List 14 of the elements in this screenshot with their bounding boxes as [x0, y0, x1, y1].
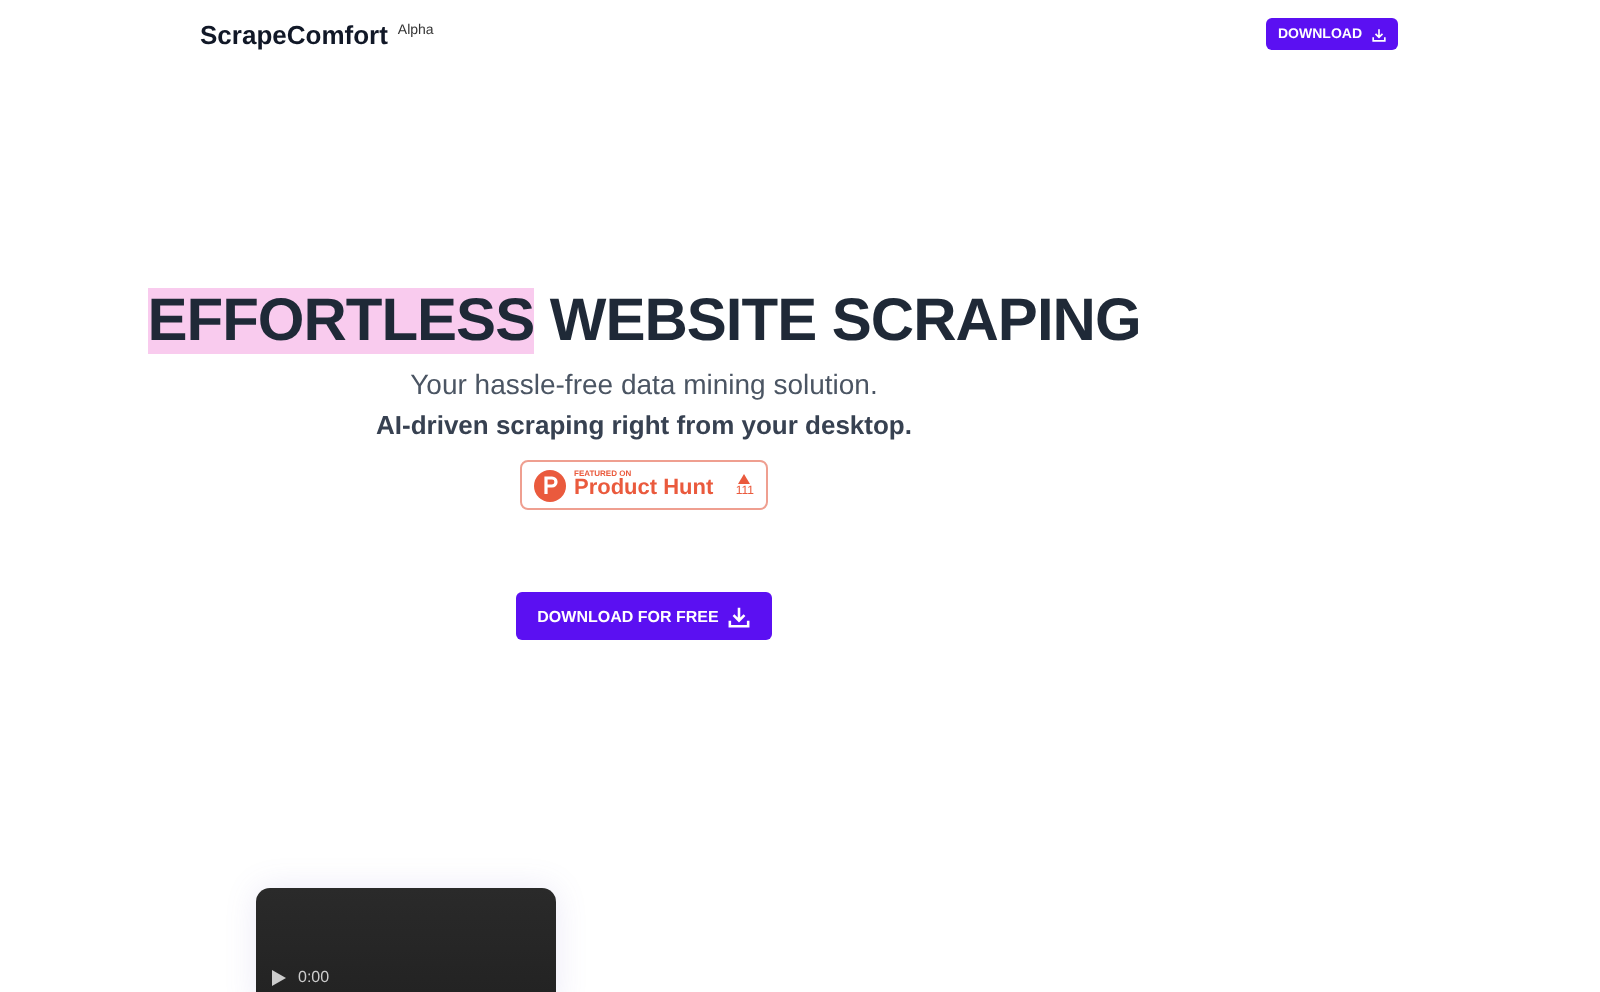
highlighted-title: EFFORTLESS — [147, 288, 535, 354]
download-icon — [728, 605, 751, 627]
play-icon[interactable] — [272, 969, 286, 985]
download-icon — [1372, 25, 1386, 43]
product-name: Product Hunt — [574, 478, 714, 500]
upvote-icon — [738, 473, 751, 483]
logo[interactable]: ScrapeComfort — [200, 19, 388, 49]
subtitle: Your hassle-free data mining solution. — [410, 368, 878, 400]
letter-circle-icon — [534, 469, 566, 501]
video-time: 0:00 — [298, 968, 330, 986]
download-free-button[interactable]: DOWNLOAD FOR FREE — [516, 592, 772, 640]
tagline: AI-driven scraping right from your desktop. — [376, 410, 912, 440]
headline: WEBSITE SCRAPING — [549, 288, 1141, 354]
video-player[interactable]: 0:00 — [256, 888, 556, 992]
